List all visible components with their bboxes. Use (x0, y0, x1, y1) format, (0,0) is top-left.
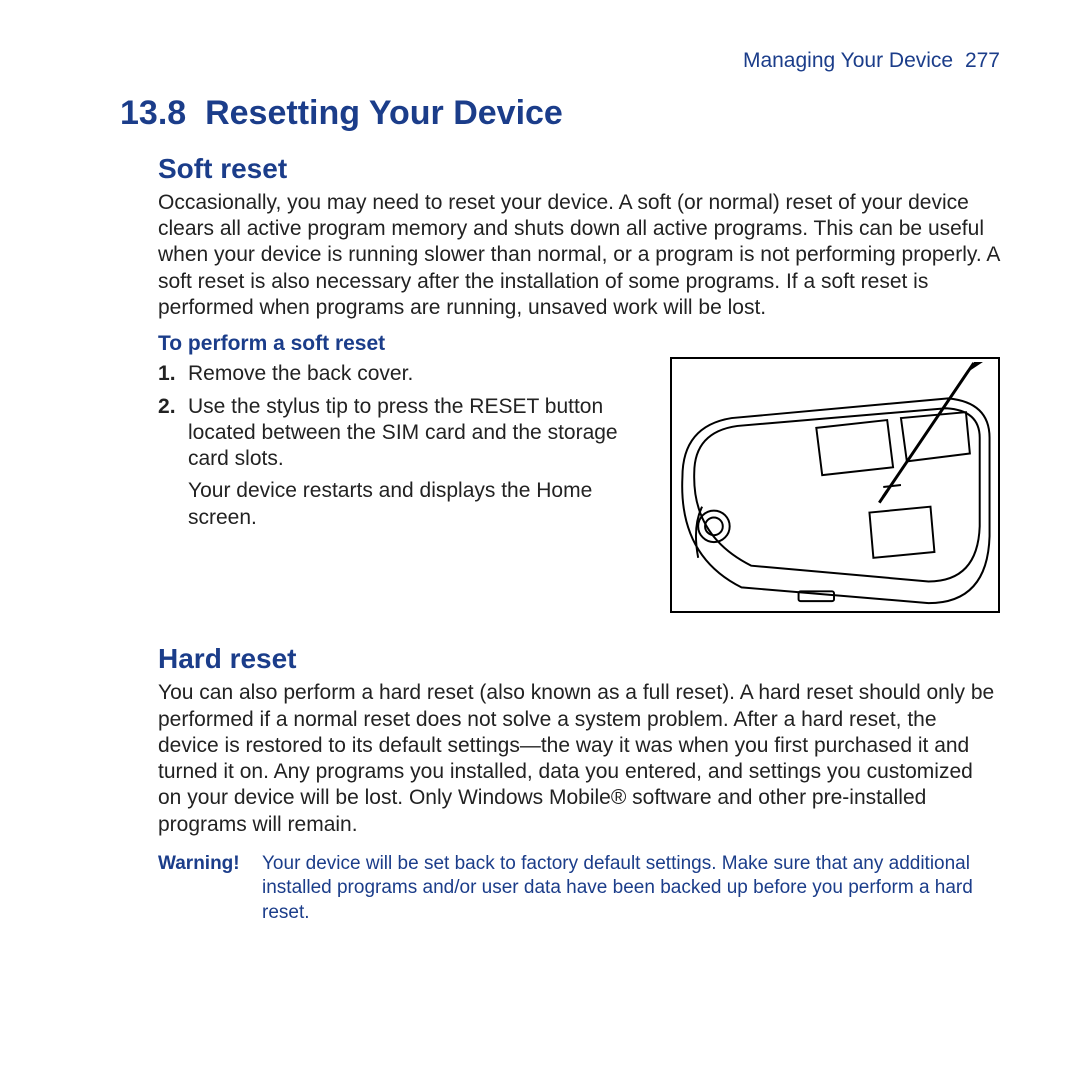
page-number: 277 (965, 49, 1000, 72)
step-continuation: Your device restarts and displays the Ho… (188, 478, 652, 531)
step-text: Use the stylus tip to press the RESET bu… (188, 395, 618, 471)
device-reset-illustration (670, 357, 1000, 613)
soft-reset-steps-col: Remove the back cover. Use the stylus ti… (158, 361, 652, 613)
soft-reset-heading: Soft reset (120, 151, 1000, 186)
chapter-name: Managing Your Device (743, 49, 953, 72)
hard-reset-heading: Hard reset (120, 641, 1000, 676)
warning-label: Warning! (158, 852, 262, 926)
list-item: Remove the back cover. (184, 361, 652, 387)
step-text: Remove the back cover. (188, 362, 413, 385)
section-number: 13.8 (120, 94, 186, 132)
soft-reset-steps: Remove the back cover. Use the stylus ti… (158, 361, 652, 531)
page-header: Managing Your Device 277 (120, 48, 1000, 74)
section-name: Resetting Your Device (205, 94, 563, 132)
soft-reset-intro: Occasionally, you may need to reset your… (120, 190, 1000, 321)
soft-reset-procedure-row: Remove the back cover. Use the stylus ti… (120, 361, 1000, 613)
section-title: 13.8 Resetting Your Device (120, 92, 1000, 135)
list-item: Use the stylus tip to press the RESET bu… (184, 394, 652, 531)
warning-text: Your device will be set back to factory … (262, 852, 1000, 926)
warning-block: Warning! Your device will be set back to… (120, 852, 1000, 926)
device-illustration-icon (672, 359, 998, 611)
soft-reset-procedure-heading: To perform a soft reset (120, 331, 1000, 357)
hard-reset-intro: You can also perform a hard reset (also … (120, 680, 1000, 838)
